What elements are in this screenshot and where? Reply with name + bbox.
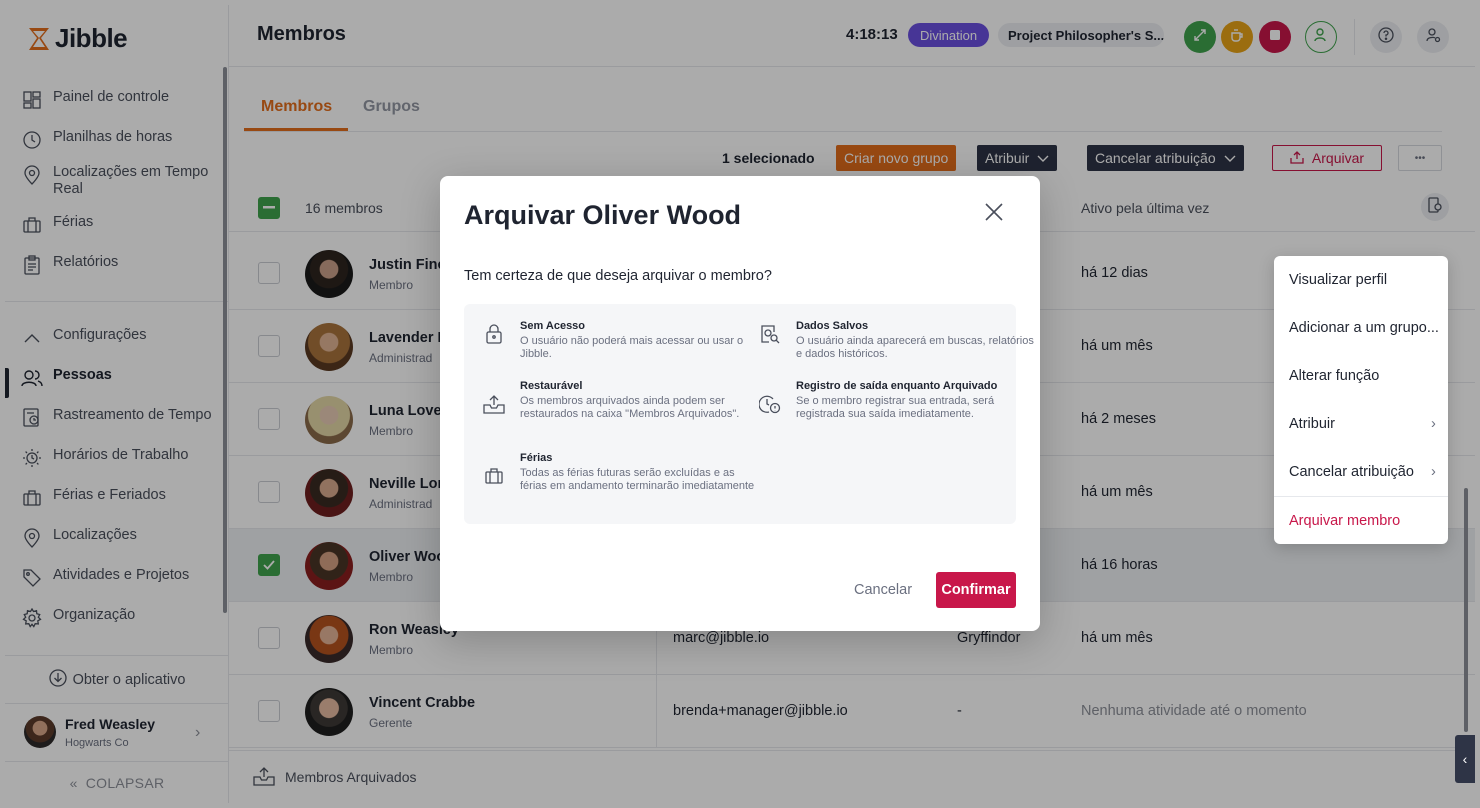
- menu-item-label: Adicionar a um grupo...: [1289, 320, 1439, 336]
- info-title: Sem Acesso: [520, 320, 586, 332]
- info-title: Registro de saída enquanto Arquivado: [796, 380, 998, 392]
- info-text: O usuário ainda aparecerá em buscas, rel…: [796, 335, 1034, 360]
- info-clock-out: Registro de saída enquanto Arquivado Se …: [759, 380, 1036, 421]
- menu-item-change-role[interactable]: Alterar função: [1289, 368, 1379, 384]
- restore-icon: [480, 390, 508, 418]
- clock-out-icon: [756, 390, 784, 418]
- menu-item-label: Visualizar perfil: [1289, 272, 1388, 288]
- info-text: Todas as férias futuras serão excluídas …: [520, 467, 755, 492]
- close-icon: [985, 203, 1003, 221]
- info-text: Os membros arquivados ainda podem ser re…: [520, 395, 740, 420]
- info-restorable: Restaurável Os membros arquivados ainda …: [483, 380, 760, 421]
- menu-item-label: Arquivar membro: [1289, 513, 1401, 529]
- side-panel-toggle[interactable]: ‹: [1455, 735, 1475, 783]
- menu-item-add-to-group[interactable]: Adicionar a um grupo...: [1289, 320, 1439, 336]
- dialog-question: Tem certeza de que deseja arquivar o mem…: [464, 268, 772, 284]
- menu-item-unassign[interactable]: Cancelar atribuição ›: [1289, 464, 1439, 480]
- close-button[interactable]: [982, 200, 1006, 224]
- menu-item-label: Alterar função: [1289, 368, 1380, 384]
- info-title: Restaurável: [520, 380, 583, 392]
- chevron-right-icon: ›: [1431, 464, 1436, 480]
- suitcase-icon: [480, 462, 508, 490]
- info-time-off: Férias Todas as férias futuras serão exc…: [485, 452, 760, 493]
- menu-divider: [1274, 496, 1448, 497]
- menu-item-assign[interactable]: Atribuir ›: [1289, 416, 1439, 432]
- menu-item-label: Atribuir: [1289, 416, 1335, 432]
- cancel-button[interactable]: Cancelar: [840, 572, 926, 608]
- info-title: Dados Salvos: [796, 320, 869, 332]
- chevron-left-icon: ‹: [1462, 751, 1468, 767]
- info-text: O usuário não poderá mais acessar ou usa…: [520, 335, 744, 360]
- info-title: Férias: [520, 452, 553, 464]
- info-no-access: Sem Acesso O usuário não poderá mais ace…: [486, 320, 760, 361]
- menu-item-view-profile[interactable]: Visualizar perfil: [1289, 272, 1387, 288]
- chevron-right-icon: ›: [1431, 416, 1436, 432]
- info-saved-data: Dados Salvos O usuário ainda aparecerá e…: [761, 320, 1036, 361]
- menu-item-label: Cancelar atribuição: [1289, 464, 1414, 480]
- dialog-title: Arquivar Oliver Wood: [464, 200, 742, 230]
- menu-item-archive-member[interactable]: Arquivar membro: [1289, 513, 1400, 529]
- lock-icon: [480, 320, 508, 348]
- archive-consequences: Sem Acesso O usuário não poderá mais ace…: [464, 304, 1034, 524]
- confirm-button[interactable]: Confirmar: [936, 572, 1016, 608]
- archive-member-dialog: Arquivar Oliver Wood Tem certeza de que …: [440, 176, 1040, 631]
- member-context-menu: Visualizar perfil Adicionar a um grupo..…: [1274, 256, 1448, 544]
- saved-data-icon: [756, 320, 784, 348]
- info-text: Se o membro registrar sua entrada, será …: [796, 395, 995, 420]
